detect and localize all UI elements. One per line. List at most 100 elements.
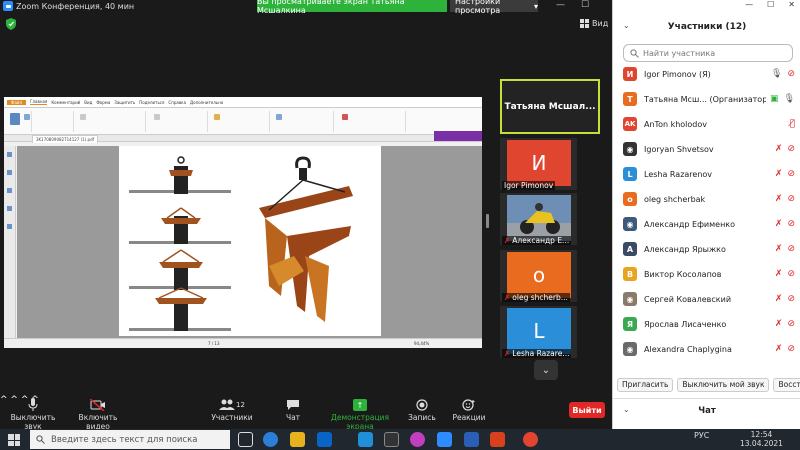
- windows-start-icon[interactable]: [8, 434, 20, 446]
- layers-icon[interactable]: [7, 188, 12, 193]
- pdf-tab-7[interactable]: Справка: [168, 100, 186, 105]
- split-handle[interactable]: [486, 214, 489, 228]
- zoom-icon[interactable]: [154, 114, 160, 120]
- video-tile[interactable]: L ✗ Lesha Razare...: [500, 306, 577, 358]
- video-off-icon: [66, 397, 130, 413]
- participant-row[interactable]: L Lesha Razarenov ✗ ⊘: [623, 166, 795, 182]
- taskbar-clock[interactable]: 12:54 13.04.2021: [740, 430, 783, 448]
- word-icon[interactable]: [464, 432, 479, 447]
- pdf-ribbon: [4, 108, 482, 135]
- pdf-doc-tab[interactable]: 3K170809082714127 (1).pdf: [32, 135, 99, 143]
- pdf-tab-1[interactable]: Главная: [30, 99, 48, 105]
- participant-avatar: L: [623, 167, 637, 181]
- participant-name: Igor Pimonov (Я): [644, 69, 711, 79]
- chevron-down-icon: ▾: [533, 1, 538, 11]
- pdf-tab-3[interactable]: Вид: [84, 100, 92, 105]
- chat-button[interactable]: Чат: [280, 397, 306, 422]
- pdf-tab-2[interactable]: Комментарий: [51, 100, 80, 105]
- comments-icon[interactable]: [7, 206, 12, 211]
- pdf-tab-8[interactable]: Дополнительно: [190, 100, 223, 105]
- participant-row[interactable]: o oleg shcherbak ✗ ⊘: [623, 191, 795, 207]
- participant-search-input[interactable]: Найти участника: [623, 44, 793, 62]
- video-tile[interactable]: И Igor Pimonov: [500, 138, 577, 190]
- mail-icon[interactable]: [317, 432, 332, 447]
- motorcycle-photo-icon: [507, 195, 571, 241]
- minimize-icon[interactable]: —: [556, 0, 565, 10]
- edge-browser-icon[interactable]: [263, 432, 278, 447]
- zoom-taskbar-icon[interactable]: [437, 432, 452, 447]
- shield-icon[interactable]: [6, 18, 16, 30]
- participant-row[interactable]: ◉ Сергей Ковалевский ✗ ⊘: [623, 291, 795, 307]
- pdf-tab-6[interactable]: Поделиться: [139, 100, 164, 105]
- participant-row[interactable]: ◉ Александр Ефименко ✗ ⊘: [623, 216, 795, 232]
- pdf-tab-5[interactable]: Защитить: [114, 100, 135, 105]
- participant-row[interactable]: ◉ Alexandra Chaplygina ✗ ⊘: [623, 341, 795, 357]
- bookmark-icon[interactable]: [7, 152, 12, 157]
- zoom-logo-icon: [3, 1, 13, 11]
- task-view-icon[interactable]: [238, 432, 253, 447]
- tile-main-speaker[interactable]: Татьяна Мсшал...: [500, 79, 600, 134]
- close-icon[interactable]: ✕: [788, 0, 795, 12]
- pdf-tab-0[interactable]: Файл: [7, 99, 27, 105]
- participant-row[interactable]: И Igor Pimonov (Я) 🎙 ⊘: [623, 66, 795, 82]
- smiley-plus-icon: [452, 397, 486, 413]
- view-button[interactable]: Вид: [580, 19, 608, 28]
- page-thumbnails-icon[interactable]: [7, 170, 12, 175]
- participant-row[interactable]: В Виктор Косолапов ✗ ⊘: [623, 266, 795, 282]
- tile-name: ✗ Александр Е...: [502, 236, 572, 245]
- select-tool-icon[interactable]: [24, 114, 30, 120]
- maximize-icon[interactable]: ☐: [767, 0, 774, 12]
- mute-me-button[interactable]: Выключить мой звук: [677, 378, 770, 392]
- pdf-promo-banner[interactable]: [434, 131, 482, 141]
- participant-row[interactable]: Т Татьяна Мсш... (Организатор) ▣ 🎙: [623, 91, 795, 107]
- participant-row[interactable]: А Александр Ярыжко ✗ ⊘: [623, 241, 795, 257]
- attachments-icon[interactable]: [7, 224, 12, 229]
- viber-icon[interactable]: [410, 432, 425, 447]
- typewriter-icon[interactable]: [276, 114, 282, 120]
- chrome-icon[interactable]: [523, 432, 538, 447]
- protect-icon[interactable]: [342, 114, 348, 120]
- share-screen-button[interactable]: ↑ Демонстрация экрана: [318, 397, 402, 431]
- highlight-icon[interactable]: [214, 114, 220, 120]
- hand-tool-icon[interactable]: [10, 113, 20, 125]
- taskbar-search-input[interactable]: Введите здесь текст для поиска: [30, 430, 230, 449]
- reactions-button[interactable]: Реакции: [452, 397, 486, 422]
- video-tile[interactable]: ✗ Александр Е...: [500, 193, 577, 245]
- page-view-icon[interactable]: [80, 114, 86, 120]
- invite-button[interactable]: Пригласить: [617, 378, 674, 392]
- record-label: Запись: [408, 413, 436, 422]
- video-tile[interactable]: o ✗ oleg shcherb...: [500, 250, 577, 302]
- page-indicator[interactable]: 7 / 13: [208, 341, 220, 346]
- clock-date: 13.04.2021: [740, 439, 783, 448]
- tile-main-name: Татьяна Мсшал...: [504, 101, 596, 112]
- participant-row[interactable]: ◉ Igoryan Shvetsov ✗ ⊘: [623, 141, 795, 157]
- tile-avatar: o: [507, 252, 571, 298]
- input-language[interactable]: РУС: [694, 431, 709, 440]
- microphone-icon: 🎙: [783, 94, 795, 104]
- powerpoint-icon[interactable]: [490, 432, 505, 447]
- pdf-tab-4[interactable]: Форма: [96, 100, 110, 105]
- pdf-canvas[interactable]: [17, 146, 482, 338]
- zoom-level[interactable]: 94,44%: [414, 341, 429, 346]
- mic-off-icon: ✗: [774, 319, 783, 329]
- video-off-icon: ⊘: [787, 269, 795, 279]
- participant-name: AnTon kholodov: [644, 119, 707, 129]
- participant-row[interactable]: AK AnTon kholodov 🎙̸: [623, 116, 795, 132]
- restore-button[interactable]: Восстановить: [773, 378, 800, 392]
- minimize-icon[interactable]: —: [745, 0, 753, 12]
- record-button[interactable]: Запись: [406, 397, 438, 422]
- participant-name: Александр Ярыжко: [644, 244, 726, 254]
- view-options-button[interactable]: Настройки просмотра ▾: [450, 0, 538, 15]
- file-explorer-icon[interactable]: [290, 432, 305, 447]
- view-options-label: Настройки просмотра: [455, 0, 501, 15]
- gallery-scroll-down-button[interactable]: ⌄: [534, 360, 558, 380]
- leave-button[interactable]: Выйти: [569, 402, 605, 418]
- start-video-button[interactable]: Включить видео: [66, 397, 130, 431]
- participant-row[interactable]: Я Ярослав Лисаченко ✗ ⊘: [623, 316, 795, 332]
- app-icon[interactable]: [384, 432, 399, 447]
- participants-button[interactable]: 12 Участники: [210, 397, 254, 422]
- mute-button[interactable]: Выключить звук: [4, 397, 62, 431]
- maximize-icon[interactable]: ☐: [581, 0, 589, 10]
- store-icon[interactable]: [358, 432, 373, 447]
- participant-photo-icon: ◉: [623, 142, 637, 156]
